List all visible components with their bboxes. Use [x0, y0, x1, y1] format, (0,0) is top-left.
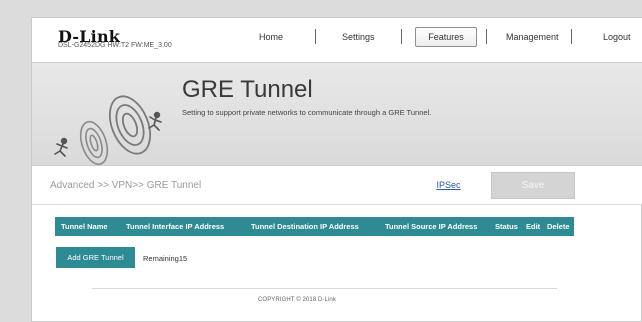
- nav-settings[interactable]: Settings: [342, 32, 375, 42]
- ipsec-link[interactable]: IPSec: [416, 172, 481, 199]
- column-delete: Delete: [547, 222, 570, 231]
- column-tunnel-interface-ip: Tunnel Interface IP Address: [126, 222, 225, 231]
- remaining-count: Remaining15: [143, 254, 188, 263]
- nav-home[interactable]: Home: [259, 32, 283, 42]
- nav-management[interactable]: Management: [506, 32, 559, 42]
- nav-features[interactable]: Features: [415, 27, 477, 47]
- nav-logout[interactable]: Logout: [603, 32, 631, 42]
- page-banner: GRE Tunnel Setting to support private ne…: [32, 62, 642, 166]
- breadcrumb-bar: Advanced >> VPN>> GRE Tunnel IPSec Save: [32, 166, 642, 205]
- column-tunnel-name: Tunnel Name: [61, 222, 108, 231]
- nav-separator: [315, 29, 316, 44]
- nav-separator: [571, 29, 572, 44]
- column-tunnel-destination-ip: Tunnel Destination IP Address: [251, 222, 359, 231]
- page-title: GRE Tunnel: [182, 76, 313, 103]
- nav-separator: [486, 29, 487, 44]
- save-button[interactable]: Save: [491, 172, 575, 199]
- gre-tunnel-table-header: Tunnel Name Tunnel Interface IP Address …: [55, 217, 574, 236]
- column-edit: Edit: [526, 222, 541, 231]
- nav-separator: [401, 29, 402, 44]
- router-page: D-Link DSL-G2452DG HW:T2 FW:ME_3.00 Home…: [31, 17, 642, 322]
- banner-runner-circles-illustration: [54, 95, 162, 165]
- breadcrumb: Advanced >> VPN>> GRE Tunnel: [50, 180, 202, 191]
- column-status: Status: [495, 222, 518, 231]
- top-navigation: D-Link DSL-G2452DG HW:T2 FW:ME_3.00 Home…: [32, 18, 642, 62]
- page-description: Setting to support private networks to c…: [182, 108, 432, 117]
- add-gre-tunnel-button[interactable]: Add GRE Tunnel: [56, 247, 135, 268]
- copyright-text: COPYRIGHT © 2018 D-Link: [258, 297, 336, 303]
- column-tunnel-source-ip: Tunnel Source IP Address: [385, 222, 478, 231]
- model-info: DSL-G2452DG HW:T2 FW:ME_3.00: [58, 42, 172, 49]
- footer-divider: [92, 288, 557, 289]
